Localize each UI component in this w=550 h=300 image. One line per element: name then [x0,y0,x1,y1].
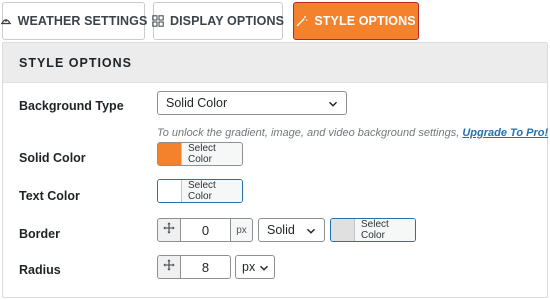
magic-wand-icon [296,15,308,27]
upgrade-note: To unlock the gradient, image, and video… [157,127,548,139]
chevron-down-icon [259,262,269,272]
text-color-swatch [158,180,182,202]
tab-weather-settings-label: WEATHER SETTINGS [17,14,148,28]
grid-icon [152,15,164,27]
background-type-select[interactable]: Solid Color [157,91,347,115]
radius-unit-value: px [242,260,256,274]
weather-icon [0,15,12,27]
radius-input[interactable]: 8 [181,255,231,279]
text-color-picker[interactable]: Select Color [157,179,243,203]
border-style-value: Solid [267,223,295,237]
border-width-drag-handle[interactable] [157,218,181,242]
background-type-label: Background Type [19,99,124,113]
section-title: STYLE OPTIONS [3,43,547,83]
text-color-label: Text Color [19,189,80,203]
tab-bar: WEATHER SETTINGS DISPLAY OPTIONS STYLE O… [0,2,548,42]
border-label: Border [19,227,60,241]
upgrade-to-pro-link[interactable]: Upgrade To Pro! [462,127,548,139]
border-color-swatch [331,219,355,241]
tab-weather-settings[interactable]: WEATHER SETTINGS [0,2,148,40]
radius-drag-handle[interactable] [157,255,181,279]
border-style-select[interactable]: Solid [258,218,325,242]
style-options-panel: STYLE OPTIONS Background Type Solid Colo… [2,42,548,298]
tab-display-options-label: DISPLAY OPTIONS [169,14,285,28]
border-width-input[interactable]: 0 [181,218,231,242]
tab-display-options[interactable]: DISPLAY OPTIONS [152,2,285,40]
solid-color-swatch [158,143,182,165]
chevron-down-icon [306,225,316,235]
tab-style-options[interactable]: STYLE OPTIONS [293,2,419,40]
radius-unit-select[interactable]: px [235,255,275,279]
border-color-picker[interactable]: Select Color [330,218,416,242]
upgrade-note-text: To unlock the gradient, image, and video… [157,127,463,139]
border-unit: px [231,218,253,242]
chevron-down-icon [328,98,338,108]
solid-color-picker[interactable]: Select Color [157,142,243,166]
move-icon [163,221,175,239]
tab-style-options-label: STYLE OPTIONS [314,14,416,28]
radius-label: Radius [19,263,61,277]
solid-color-label: Solid Color [19,151,86,165]
solid-color-select-button: Select Color [182,143,242,165]
border-color-select-button: Select Color [355,219,415,241]
background-type-value: Solid Color [166,96,228,110]
move-icon [163,258,175,276]
text-color-select-button: Select Color [182,180,242,202]
